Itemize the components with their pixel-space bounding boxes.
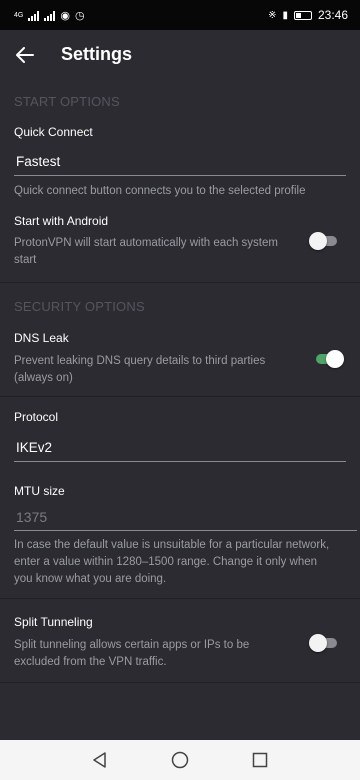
mtu-size-field[interactable]: [14, 505, 357, 531]
battery-icon: [293, 10, 312, 20]
toggle-thumb: [309, 232, 327, 250]
item-divider: [0, 598, 360, 599]
start-with-android-description-2: start: [14, 254, 37, 266]
back-button[interactable]: [10, 40, 40, 70]
split-tunneling-label: Split Tunneling: [14, 615, 93, 629]
system-navigation-bar: [0, 740, 360, 780]
dns-leak-label: DNS Leak: [14, 331, 69, 345]
nav-home-button[interactable]: [168, 748, 192, 772]
circle-home-icon: [171, 751, 189, 769]
item-divider: [0, 682, 360, 683]
dns-leak-description-2: (always on): [14, 372, 73, 384]
mtu-size-input[interactable]: [16, 505, 346, 529]
settings-content[interactable]: START OPTIONS Quick Connect Fastest Quic…: [0, 80, 360, 740]
protocol-value: IKEv2: [16, 440, 53, 455]
dns-leak-toggle[interactable]: [314, 349, 344, 369]
nav-back-button[interactable]: [88, 748, 112, 772]
quick-connect-dropdown[interactable]: Fastest: [14, 150, 346, 176]
split-tunneling-description-2: excluded from the VPN traffic.: [14, 656, 167, 668]
start-with-android-toggle[interactable]: [309, 231, 339, 251]
nav-recents-button[interactable]: [248, 748, 272, 772]
page-title: Settings: [61, 44, 133, 64]
quick-connect-description: Quick connect button connects you to the…: [14, 185, 306, 197]
section-header-security-options: SECURITY OPTIONS: [14, 299, 145, 314]
signal-icon: [28, 10, 40, 21]
status-bar: 4G ◉ ◷ ※ ▮ 23:46: [0, 0, 360, 30]
arrow-left-icon: [16, 47, 34, 63]
split-tunneling-toggle[interactable]: [309, 633, 339, 653]
vibrate-icon: ▮: [282, 9, 288, 21]
dns-leak-description-1: Prevent leaking DNS query details to thi…: [14, 355, 266, 367]
item-divider: [0, 396, 360, 397]
status-time: 23:46: [317, 8, 348, 22]
section-divider: [0, 282, 360, 283]
start-with-android-description-1: ProtonVPN will start automatically with …: [14, 237, 278, 249]
mtu-size-label: MTU size: [14, 484, 65, 498]
bluetooth-icon: ※: [268, 9, 277, 21]
network-type-label: 4G: [14, 12, 24, 19]
toggle-thumb: [326, 350, 344, 368]
signal-2-icon: [44, 10, 56, 21]
mtu-description-1: In case the default value is unsuitable …: [14, 539, 330, 551]
protocol-label: Protocol: [14, 410, 59, 424]
privacy-icon: ◉: [60, 10, 70, 22]
app-bar: Settings: [0, 30, 360, 80]
protocol-dropdown[interactable]: IKEv2: [14, 436, 346, 462]
mtu-description-2: enter a value within 1280–1500 range. Ch…: [14, 556, 318, 568]
start-with-android-label: Start with Android: [14, 214, 109, 228]
toggle-thumb: [309, 634, 327, 652]
split-tunneling-description-1: Split tunneling allows certain apps or I…: [14, 639, 250, 651]
triangle-back-icon: [93, 752, 106, 768]
mtu-description-3: you know what you are doing.: [14, 573, 167, 585]
square-recents-icon: [252, 752, 268, 768]
quick-connect-label: Quick Connect: [14, 125, 93, 139]
quick-connect-value: Fastest: [16, 154, 61, 169]
section-header-start-options: START OPTIONS: [14, 94, 120, 109]
status-icons-left: 4G ◉ ◷: [14, 9, 85, 22]
alarm-icon: ◷: [74, 10, 85, 22]
status-icons-right: ※ ▮ 23:46: [268, 8, 348, 22]
